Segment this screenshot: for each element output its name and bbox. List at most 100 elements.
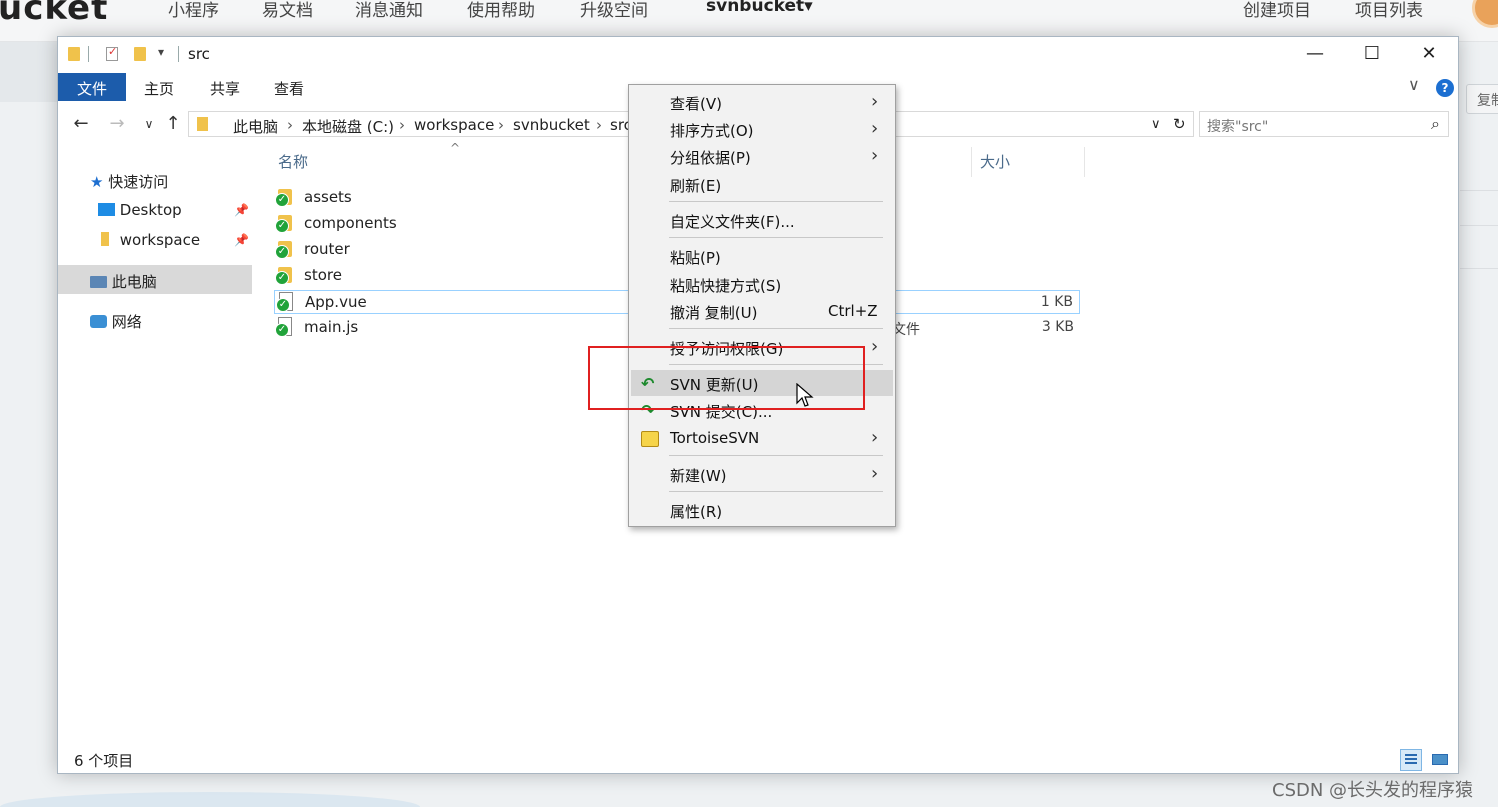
- sort-ascending-icon: ^: [450, 141, 461, 155]
- large-icons-view-icon[interactable]: [1429, 749, 1451, 771]
- menu-item-group-by[interactable]: 分组依据(P) ›: [631, 143, 893, 169]
- menu-item-undo-copy[interactable]: 撤消 复制(U) Ctrl+Z: [631, 298, 893, 324]
- tab-file[interactable]: 文件: [58, 73, 126, 101]
- status-item-count: 6 个项目: [74, 752, 134, 770]
- new-folder-icon[interactable]: [134, 47, 146, 61]
- menu-item-properties[interactable]: 属性(R): [631, 497, 893, 523]
- menu-item-sort-by[interactable]: 排序方式(O) ›: [631, 116, 893, 142]
- forward-arrow-icon[interactable]: →: [106, 113, 128, 134]
- file-type: 文件: [892, 322, 920, 338]
- close-button[interactable]: ✕: [1414, 43, 1444, 65]
- menu-item-customize-folder[interactable]: 自定义文件夹(F)...: [631, 207, 893, 233]
- file-name: router: [304, 240, 350, 258]
- menu-item-view[interactable]: 查看(V) ›: [631, 89, 893, 115]
- pin-icon[interactable]: 📌: [234, 203, 249, 217]
- folder-icon: [101, 232, 109, 246]
- menu-separator: [669, 491, 883, 492]
- site-nav-docs[interactable]: 易文档: [262, 0, 313, 21]
- watermark: CSDN @长头发的程序猿: [1272, 780, 1474, 801]
- search-placeholder: 搜索"src": [1207, 119, 1269, 135]
- address-dropdown-icon[interactable]: ∨: [1151, 117, 1161, 132]
- menu-item-label: 属性(R): [670, 503, 723, 521]
- menu-item-label: 排序方式(O): [670, 122, 754, 140]
- file-name: assets: [304, 188, 352, 206]
- folder-icon: [68, 47, 80, 61]
- site-nav-upgrade[interactable]: 升级空间: [580, 0, 648, 21]
- navigation-pane: ★ 快速访问 Desktop 📌 workspace 📌 此电脑 网络: [58, 147, 252, 747]
- svn-normal-badge-icon: ✓: [275, 323, 289, 337]
- nav-item-label: workspace: [119, 231, 201, 249]
- folder-icon: [197, 117, 208, 131]
- site-nav-help[interactable]: 使用帮助: [467, 0, 535, 21]
- breadcrumb-separator-icon: ›: [287, 116, 293, 134]
- breadcrumb-this-pc[interactable]: 此电脑: [233, 116, 278, 137]
- menu-separator: [669, 201, 883, 202]
- search-input[interactable]: 搜索"src" ⌕: [1199, 111, 1449, 137]
- properties-icon[interactable]: ✓: [106, 45, 118, 61]
- expand-ribbon-icon[interactable]: ∨: [1408, 75, 1420, 94]
- column-header-name[interactable]: 名称: [278, 151, 308, 172]
- menu-item-shortcut: Ctrl+Z: [828, 302, 878, 320]
- nav-this-pc[interactable]: 此电脑: [90, 271, 157, 292]
- avatar[interactable]: [1472, 0, 1498, 28]
- site-copy-button[interactable]: 复制: [1466, 84, 1498, 114]
- nav-item-workspace[interactable]: workspace: [101, 231, 200, 249]
- nav-this-pc-label: 此电脑: [111, 273, 157, 291]
- site-divider: [1460, 190, 1498, 191]
- minimize-button[interactable]: —: [1300, 43, 1330, 65]
- column-divider[interactable]: [971, 147, 972, 177]
- maximize-button[interactable]: ☐: [1357, 43, 1387, 65]
- nav-quick-access[interactable]: ★ 快速访问: [90, 171, 168, 192]
- file-size: 3 KB: [1041, 319, 1074, 335]
- site-user-menu[interactable]: svnbucket▾: [706, 0, 813, 16]
- submenu-arrow-icon: ›: [871, 336, 879, 357]
- recent-locations-icon[interactable]: ∨: [138, 117, 160, 131]
- search-icon[interactable]: ⌕: [1431, 114, 1440, 134]
- refresh-icon[interactable]: ↻: [1173, 115, 1186, 133]
- column-divider[interactable]: [1084, 147, 1085, 177]
- tab-home[interactable]: 主页: [134, 73, 184, 101]
- file-name: store: [304, 266, 342, 284]
- menu-item-label: 粘贴快捷方式(S): [670, 277, 782, 295]
- menu-item-label: TortoiseSVN: [670, 429, 760, 447]
- submenu-arrow-icon: ›: [871, 427, 879, 448]
- window-title: src: [188, 45, 210, 63]
- svn-normal-badge-icon: ✓: [276, 298, 290, 312]
- file-size: 1 KB: [1040, 294, 1073, 310]
- star-icon: ★: [90, 173, 104, 191]
- site-nav-create-project[interactable]: 创建项目: [1243, 0, 1311, 21]
- pin-icon[interactable]: 📌: [234, 233, 249, 247]
- site-nav-project-list[interactable]: 项目列表: [1355, 0, 1423, 21]
- site-divider: [1460, 225, 1498, 226]
- menu-item-new[interactable]: 新建(W) ›: [631, 461, 893, 487]
- menu-item-label: 刷新(E): [670, 177, 722, 195]
- site-nav-miniprogram[interactable]: 小程序: [168, 0, 219, 21]
- nav-item-desktop[interactable]: Desktop: [98, 201, 182, 219]
- site-divider: [1460, 268, 1498, 269]
- submenu-arrow-icon: ›: [871, 91, 879, 112]
- menu-item-paste-shortcut[interactable]: 粘贴快捷方式(S): [631, 271, 893, 297]
- details-view-icon[interactable]: [1400, 749, 1422, 771]
- tab-share[interactable]: 共享: [200, 73, 250, 101]
- column-header-size[interactable]: 大小: [980, 151, 1010, 172]
- customize-quick-access-icon[interactable]: ▾: [158, 45, 164, 59]
- breadcrumb-workspace[interactable]: workspace: [414, 116, 494, 134]
- tab-view[interactable]: 查看: [264, 73, 314, 101]
- site-nav-notifications[interactable]: 消息通知: [355, 0, 423, 21]
- title-bar[interactable]: ✓ ▾ src — ☐ ✕: [58, 37, 1458, 71]
- breadcrumb-svnbucket[interactable]: svnbucket: [513, 116, 590, 134]
- nav-network[interactable]: 网络: [90, 311, 142, 332]
- back-arrow-icon[interactable]: ←: [70, 113, 92, 134]
- menu-item-label: 撤消 复制(U): [670, 304, 758, 322]
- menu-item-paste[interactable]: 粘贴(P): [631, 243, 893, 269]
- up-arrow-icon[interactable]: ↑: [162, 113, 184, 134]
- menu-item-refresh[interactable]: 刷新(E): [631, 171, 893, 197]
- help-icon[interactable]: ?: [1436, 79, 1454, 97]
- divider: [88, 46, 89, 62]
- tortoisesvn-icon: [641, 431, 659, 447]
- breadcrumb-separator-icon: ›: [399, 116, 405, 134]
- file-name: App.vue: [305, 293, 367, 311]
- menu-item-tortoisesvn[interactable]: TortoiseSVN ›: [631, 425, 893, 451]
- breadcrumb-drive-c[interactable]: 本地磁盘 (C:): [302, 116, 394, 137]
- site-logo[interactable]: ucket: [0, 0, 108, 28]
